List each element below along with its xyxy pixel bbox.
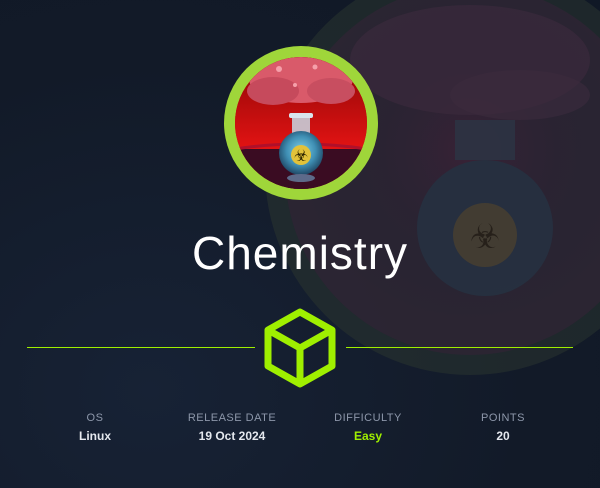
points-value: 20 xyxy=(496,429,510,443)
stat-difficulty: DIFFICULTY Easy xyxy=(298,412,438,443)
stat-points: POINTS 20 xyxy=(433,412,573,443)
htb-cube-logo-icon xyxy=(264,308,336,388)
machine-stats: OS Linux RELEASE DATE 19 Oct 2024 DIFFIC… xyxy=(0,412,600,452)
svg-text:☣: ☣ xyxy=(294,146,308,165)
os-value: Linux xyxy=(79,429,111,443)
right-divider xyxy=(346,347,573,348)
os-label: OS xyxy=(86,412,104,424)
machine-name: Chemistry xyxy=(191,227,409,279)
machine-card: ☣ ☣ Chemistry OS Linux RELEASE DATE 19 O… xyxy=(0,0,600,488)
release-date-value: 19 Oct 2024 xyxy=(198,429,266,443)
difficulty-value: Easy xyxy=(353,429,383,443)
left-divider xyxy=(27,347,255,348)
stat-release-date: RELEASE DATE 19 Oct 2024 xyxy=(162,412,302,443)
points-label: POINTS xyxy=(481,412,525,424)
stat-os: OS Linux xyxy=(25,412,165,443)
machine-avatar: ☣ xyxy=(224,46,378,200)
chemistry-flask-biohazard-icon: ☣ xyxy=(235,57,367,189)
difficulty-label: DIFFICULTY xyxy=(334,412,402,424)
release-date-label: RELEASE DATE xyxy=(187,412,277,424)
